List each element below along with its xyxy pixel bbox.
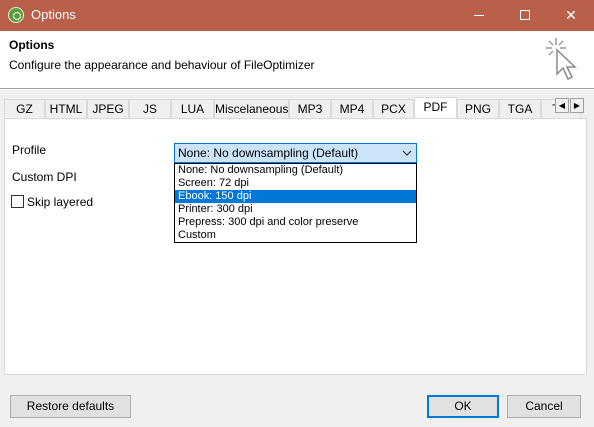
minimize-button[interactable]: [456, 0, 502, 31]
tab-tga[interactable]: TGA: [499, 99, 541, 118]
tab-js[interactable]: JS: [129, 99, 171, 118]
dialog-body: GZ HTML JPEG JS LUA Miscelaneous MP3 MP4…: [0, 90, 594, 427]
ok-button[interactable]: OK: [427, 395, 499, 418]
profile-option-screen[interactable]: Screen: 72 dpi: [175, 177, 416, 190]
tab-miscelaneous[interactable]: Miscelaneous: [214, 99, 289, 118]
arrow-right-icon: ▶: [573, 101, 581, 110]
cancel-button[interactable]: Cancel: [507, 395, 581, 418]
profile-option-prepress[interactable]: Prepress: 300 dpi and color preserve: [175, 216, 416, 229]
profile-option-custom[interactable]: Custom: [175, 229, 416, 242]
tab-html[interactable]: HTML: [45, 99, 87, 118]
tab-lua[interactable]: LUA: [171, 99, 214, 118]
title-bar[interactable]: Options ✕: [0, 0, 594, 31]
maximize-button[interactable]: [502, 0, 548, 31]
chevron-down-icon: [402, 150, 412, 156]
skip-layered-label[interactable]: Skip layered: [27, 195, 93, 209]
maximize-icon: [520, 10, 530, 20]
window-title: Options: [31, 7, 76, 22]
close-button[interactable]: ✕: [548, 0, 594, 31]
profile-label: Profile: [12, 143, 47, 157]
arrow-left-icon: ◀: [558, 101, 566, 110]
tab-scroll-right-button[interactable]: ▶: [570, 98, 584, 113]
skip-layered-checkbox[interactable]: [11, 195, 24, 208]
profile-select-value: None: No downsampling (Default): [178, 146, 359, 160]
tab-scroll-left-button[interactable]: ◀: [555, 98, 569, 113]
cursor-icon: [546, 38, 577, 81]
tab-strip: GZ HTML JPEG JS LUA Miscelaneous MP3 MP4…: [4, 97, 587, 118]
tab-mp4[interactable]: MP4: [331, 99, 373, 118]
profile-select[interactable]: None: No downsampling (Default): [174, 143, 417, 163]
tab-png[interactable]: PNG: [457, 99, 499, 118]
tab-gz[interactable]: GZ: [4, 99, 45, 118]
pdf-tab-panel: Profile Custom DPI Skip layered None: No…: [4, 118, 587, 375]
app-icon: [8, 7, 24, 23]
close-icon: ✕: [565, 7, 577, 23]
restore-defaults-button[interactable]: Restore defaults: [10, 395, 131, 418]
profile-option-printer[interactable]: Printer: 300 dpi: [175, 203, 416, 216]
tab-mp3[interactable]: MP3: [289, 99, 331, 118]
tab-pdf[interactable]: PDF: [414, 97, 457, 118]
dialog-header: Options Configure the appearance and beh…: [0, 31, 594, 89]
tab-pcx[interactable]: PCX: [373, 99, 414, 118]
profile-option-none[interactable]: None: No downsampling (Default): [175, 164, 416, 177]
tab-jpeg[interactable]: JPEG: [87, 99, 129, 118]
header-title: Options: [9, 38, 55, 52]
profile-option-ebook[interactable]: Ebook: 150 dpi: [175, 190, 416, 203]
custom-dpi-label: Custom DPI: [12, 170, 77, 184]
minimize-icon: [474, 15, 484, 16]
header-subtitle: Configure the appearance and behaviour o…: [9, 58, 315, 72]
profile-dropdown-list: None: No downsampling (Default) Screen: …: [174, 163, 417, 243]
